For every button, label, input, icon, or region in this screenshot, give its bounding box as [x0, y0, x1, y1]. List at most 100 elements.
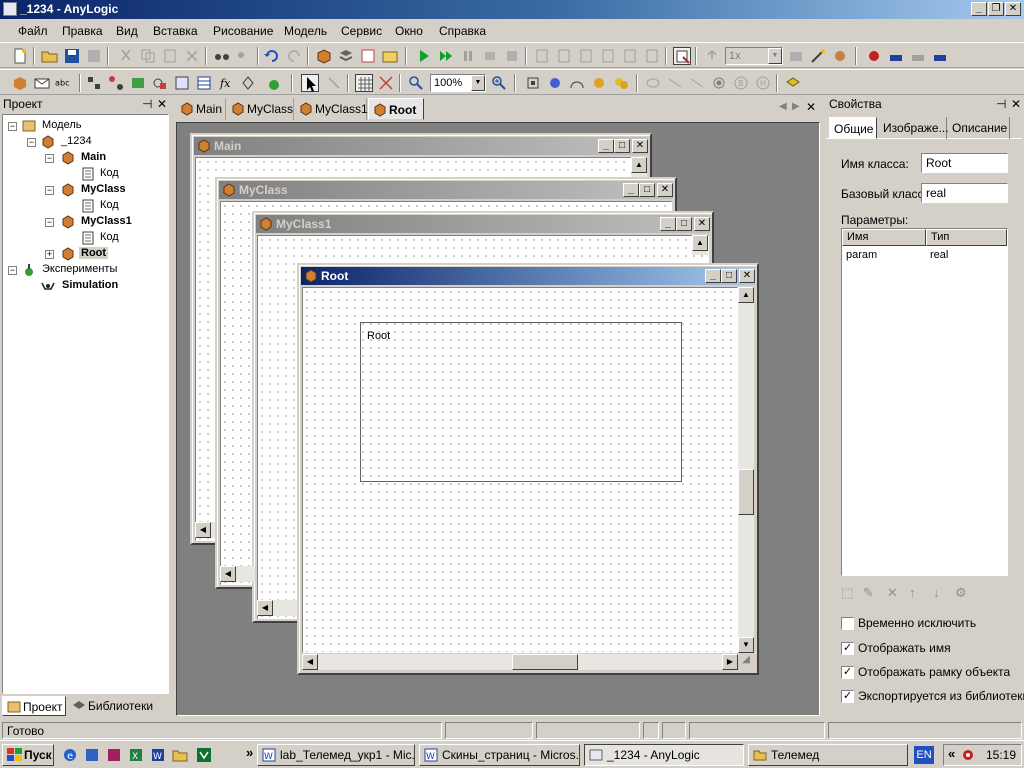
- chevron-down-icon[interactable]: ▼: [471, 75, 485, 91]
- polyline-icon[interactable]: [688, 74, 706, 92]
- menu-model[interactable]: Модель: [284, 24, 327, 38]
- quicklaunch-overflow[interactable]: »: [246, 745, 253, 760]
- menu-window[interactable]: Окно: [395, 24, 423, 38]
- collapse-icon[interactable]: −: [45, 218, 54, 227]
- copy-icon[interactable]: [139, 47, 157, 65]
- undo-icon[interactable]: [263, 47, 281, 65]
- close-button[interactable]: ✕: [632, 139, 648, 153]
- new-package-icon[interactable]: [337, 47, 355, 65]
- window-myclass-hscrollbar[interactable]: ◀: [220, 566, 255, 582]
- tab-description[interactable]: Описание: [948, 117, 1010, 139]
- tab-myclass[interactable]: MyClass: [227, 98, 294, 120]
- delete-param-icon[interactable]: ✕: [887, 585, 898, 601]
- tab-libraries[interactable]: Библиотеки: [68, 696, 156, 716]
- minimize-button[interactable]: _: [598, 139, 614, 153]
- maximize-button[interactable]: □: [639, 183, 655, 197]
- resize-grip-icon[interactable]: ◢: [738, 654, 754, 670]
- move-up-icon[interactable]: ↑: [909, 585, 916, 600]
- root-hscrollbar[interactable]: ◀ ▶: [302, 654, 738, 670]
- scroll-right-icon[interactable]: ▶: [722, 654, 738, 670]
- tree-item-root[interactable]: + Root: [45, 246, 155, 262]
- add-param-icon[interactable]: ⬚: [841, 585, 853, 601]
- tab-main[interactable]: Main: [176, 98, 226, 120]
- delete-icon[interactable]: [183, 47, 201, 65]
- tab-myclass1[interactable]: MyClass1: [295, 98, 368, 120]
- transition-icon[interactable]: [568, 74, 586, 92]
- minimize-button[interactable]: _: [623, 183, 639, 197]
- new-file-icon[interactable]: [11, 47, 29, 65]
- outlook-icon[interactable]: [84, 747, 100, 763]
- text-abc-icon[interactable]: abc: [55, 74, 75, 92]
- open-folder-icon[interactable]: [41, 47, 59, 65]
- word-icon[interactable]: W: [150, 747, 166, 763]
- tab-scroll-left-icon[interactable]: ◀: [779, 101, 787, 112]
- layout-icon-5[interactable]: [621, 47, 639, 65]
- snap-icon[interactable]: [377, 74, 395, 92]
- title-bar[interactable]: _1234 - AnyLogic _ ❐ ✕: [0, 0, 1024, 19]
- tab-image[interactable]: Изображе...: [879, 117, 949, 139]
- branch-icon[interactable]: [590, 74, 608, 92]
- base-class-input[interactable]: real: [921, 183, 1008, 203]
- restore-button[interactable]: ❐: [988, 2, 1004, 16]
- pause-icon[interactable]: [459, 47, 477, 65]
- collapse-icon[interactable]: −: [45, 154, 54, 163]
- dye-icon[interactable]: [265, 74, 283, 92]
- replace-icon[interactable]: [235, 47, 253, 65]
- scroll-up-icon[interactable]: ▲: [738, 287, 754, 303]
- function-icon[interactable]: fx: [217, 74, 235, 92]
- arc-icon[interactable]: [666, 74, 684, 92]
- new-class-icon[interactable]: [315, 47, 333, 65]
- close-icon[interactable]: ✕: [157, 97, 167, 111]
- upload-icon[interactable]: [703, 47, 721, 65]
- tab-project[interactable]: Проект: [2, 696, 66, 716]
- port-icon-1[interactable]: [887, 47, 905, 65]
- menu-tools[interactable]: Сервис: [341, 24, 382, 38]
- chart-icon[interactable]: [787, 47, 805, 65]
- expand-icon[interactable]: +: [45, 250, 54, 259]
- column-header-name[interactable]: Имя: [842, 229, 926, 246]
- maximize-button[interactable]: □: [721, 269, 737, 283]
- redo-icon[interactable]: [285, 47, 303, 65]
- history-icon[interactable]: [612, 74, 630, 92]
- toggle-view-icon[interactable]: [673, 47, 691, 65]
- network-icon[interactable]: [960, 747, 976, 763]
- step-icon[interactable]: [481, 47, 499, 65]
- scroll-left-icon[interactable]: ◀: [257, 600, 273, 616]
- param-properties-icon[interactable]: ⚙: [955, 585, 967, 601]
- tree-item-simulation[interactable]: Simulation: [41, 278, 161, 294]
- tree-item-code[interactable]: Код: [81, 230, 161, 246]
- table-row[interactable]: param real: [842, 248, 1007, 264]
- menu-insert[interactable]: Вставка: [153, 24, 198, 38]
- connector-icon[interactable]: [107, 74, 125, 92]
- task-anylogic[interactable]: _1234 - AnyLogic: [584, 744, 744, 766]
- parameters-table[interactable]: Имя Тип param real: [841, 228, 1008, 576]
- column-header-type[interactable]: Тип: [926, 229, 1007, 246]
- select-arrow-icon[interactable]: [301, 74, 319, 92]
- grid-icon[interactable]: [355, 74, 373, 92]
- wand-icon[interactable]: [809, 47, 827, 65]
- debug-icon[interactable]: [831, 47, 849, 65]
- tray-expand-icon[interactable]: «: [948, 746, 955, 761]
- h-circle-icon[interactable]: H: [754, 74, 772, 92]
- ports-icon[interactable]: [85, 74, 103, 92]
- active-object-icon[interactable]: [11, 74, 29, 92]
- state-icon[interactable]: [524, 74, 542, 92]
- close-button[interactable]: ✕: [739, 269, 755, 283]
- maximize-button[interactable]: □: [614, 139, 630, 153]
- layout-icon-4[interactable]: [599, 47, 617, 65]
- tab-scroll-right-icon[interactable]: ▶: [792, 101, 800, 112]
- layout-icon-6[interactable]: [643, 47, 661, 65]
- checkbox-box[interactable]: ✓: [841, 642, 854, 655]
- checkbox-box[interactable]: ✓: [841, 690, 854, 703]
- minimize-button[interactable]: _: [971, 2, 987, 16]
- scroll-left-icon[interactable]: ◀: [302, 654, 318, 670]
- save-all-icon[interactable]: [85, 47, 103, 65]
- chevron-down-icon[interactable]: ▼: [768, 48, 782, 64]
- minimize-button[interactable]: _: [660, 217, 676, 231]
- window-main-titlebar[interactable]: Main _ □ ✕: [194, 137, 648, 155]
- zoom-out-icon[interactable]: [407, 74, 425, 92]
- collapse-icon[interactable]: −: [27, 138, 36, 147]
- zoom-combo[interactable]: 100% ▼: [430, 74, 486, 92]
- statechart-icon[interactable]: [865, 47, 883, 65]
- menu-draw[interactable]: Рисование: [213, 24, 273, 38]
